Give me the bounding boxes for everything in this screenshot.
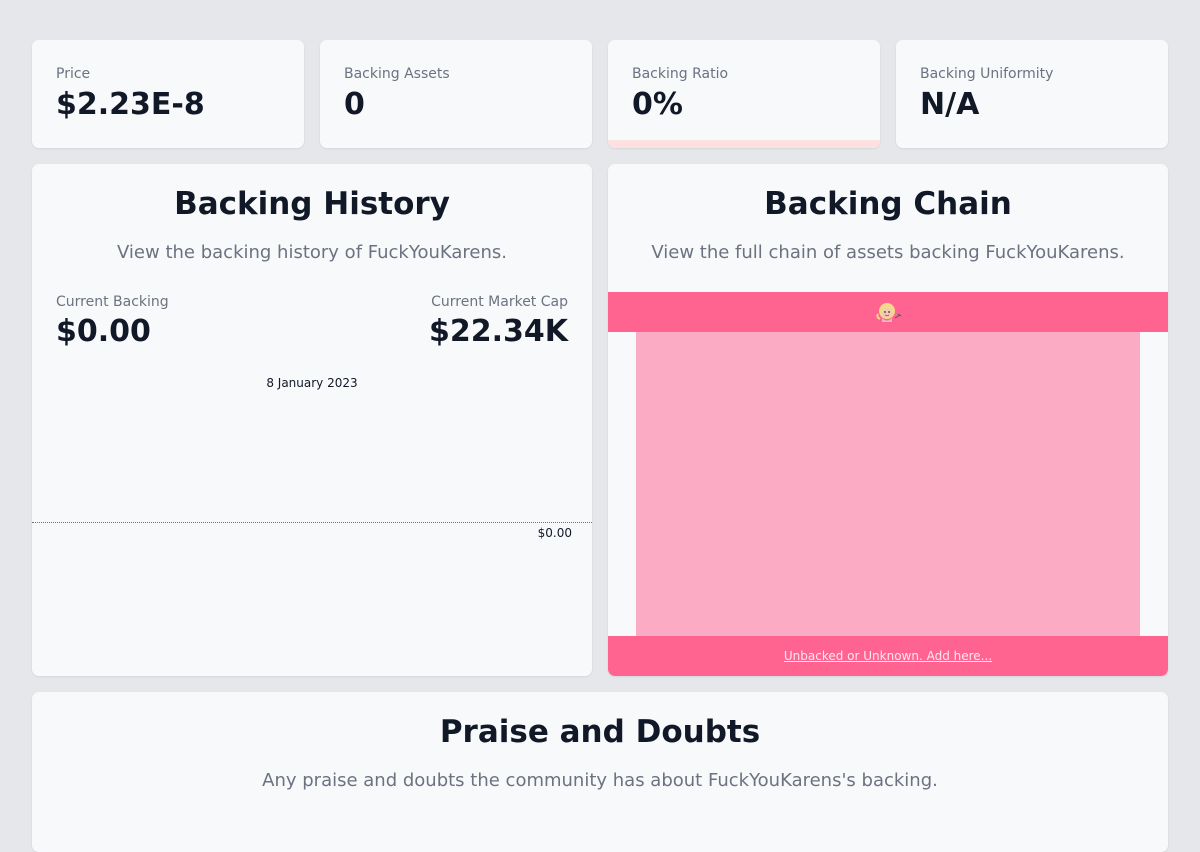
backing-history-card: Backing History View the backing history…: [32, 164, 592, 676]
backing-chain-subtitle: View the full chain of assets backing Fu…: [651, 242, 1125, 263]
backing-ratio-bar: [608, 140, 880, 148]
backing-chain-title: Backing Chain: [764, 186, 1012, 222]
karen-token-icon: [876, 303, 902, 322]
stat-label: Backing Uniformity: [920, 66, 1054, 82]
praise-doubts-title: Praise and Doubts: [439, 714, 761, 750]
stat-value: N/A: [920, 87, 980, 122]
market-cap-value: $22.34K: [428, 314, 568, 349]
backing-chain-card: Backing Chain View the full chain of ass…: [608, 164, 1168, 676]
stat-card-backing-assets: Backing Assets 0: [320, 40, 592, 148]
chart-value-label: $0.00: [537, 526, 572, 540]
chain-token-header[interactable]: [608, 292, 1168, 332]
stat-card-backing-uniformity: Backing Uniformity N/A: [896, 40, 1168, 148]
stat-label: Price: [56, 66, 91, 82]
chain-body: [636, 332, 1140, 636]
add-backing-link[interactable]: Unbacked or Unknown. Add here...: [784, 649, 992, 663]
stat-card-backing-ratio: Backing Ratio 0%: [608, 40, 880, 148]
backing-history-chart[interactable]: 8 January 2023 $0.00: [32, 369, 592, 569]
stat-label: Backing Assets: [344, 66, 450, 82]
praise-doubts-subtitle: Any praise and doubts the community has …: [262, 770, 938, 791]
backing-history-title: Backing History: [174, 186, 450, 222]
stat-value: 0%: [632, 87, 683, 122]
current-backing-value: $0.00: [56, 314, 151, 349]
market-cap-label: Current Market Cap: [431, 294, 568, 310]
chart-date-label: 8 January 2023: [266, 376, 358, 390]
chart-baseline: [32, 522, 592, 523]
praise-doubts-card: Praise and Doubts Any praise and doubts …: [32, 692, 1168, 852]
backing-history-subtitle: View the backing history of FuckYouKaren…: [117, 242, 507, 263]
stat-card-price: Price $2.23E-8: [32, 40, 304, 148]
current-backing-label: Current Backing: [56, 294, 169, 310]
stat-label: Backing Ratio: [632, 66, 729, 82]
stat-value: $2.23E-8: [56, 87, 205, 122]
stat-value: 0: [344, 87, 365, 122]
chain-footer: Unbacked or Unknown. Add here...: [608, 636, 1168, 676]
